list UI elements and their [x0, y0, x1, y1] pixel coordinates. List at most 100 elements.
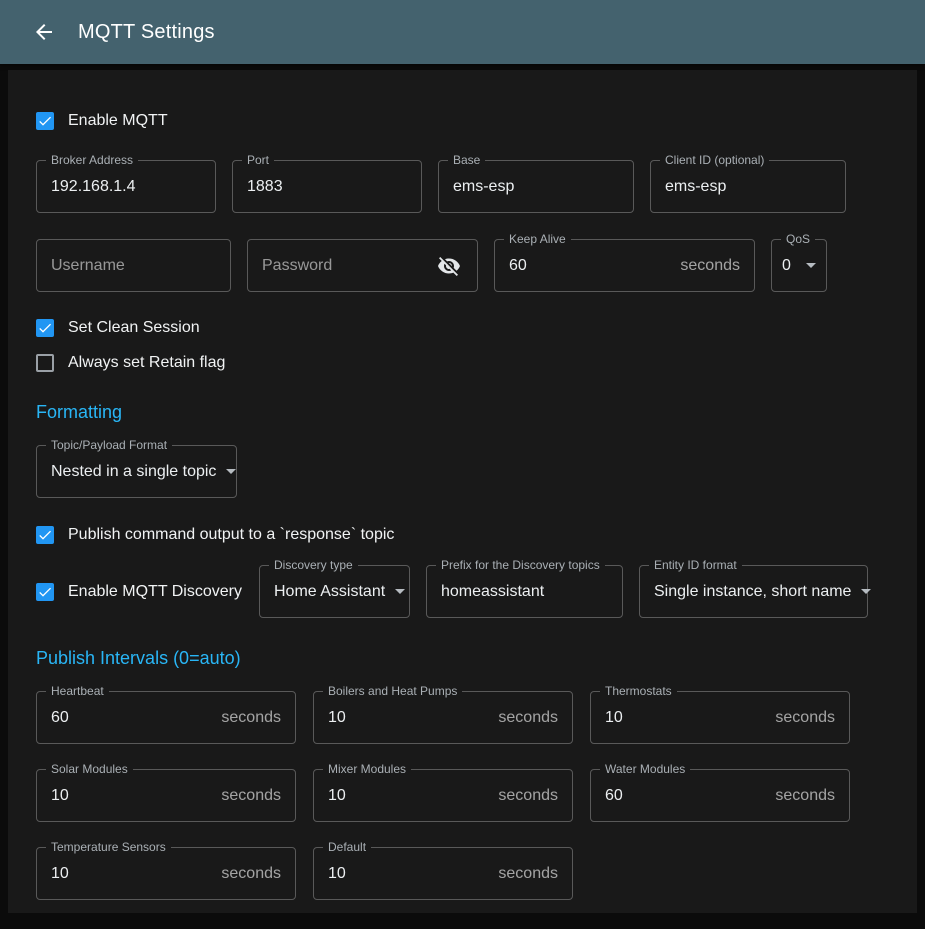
arrow-back-icon — [32, 20, 56, 44]
interval-input[interactable] — [51, 787, 213, 805]
checkbox-checked-icon[interactable] — [36, 319, 54, 337]
clean-session-checkbox[interactable]: Set Clean Session — [36, 319, 889, 337]
interval-field-default[interactable]: Default seconds — [313, 847, 573, 900]
settings-panel: Enable MQTT Broker Address Port Base Cli… — [8, 70, 917, 913]
qos-select[interactable]: QoS 0 — [771, 239, 827, 292]
broker-address-input[interactable] — [51, 178, 201, 196]
interval-label: Temperature Sensors — [46, 840, 171, 855]
interval-input[interactable] — [605, 709, 767, 727]
interval-input[interactable] — [51, 709, 213, 727]
username-input[interactable] — [51, 257, 216, 275]
publish-response-label: Publish command output to a `response` t… — [68, 526, 394, 544]
publish-intervals-heading: Publish Intervals (0=auto) — [36, 648, 889, 669]
qos-value: 0 — [782, 257, 796, 275]
dropdown-caret-icon — [395, 589, 405, 594]
discovery-type-label: Discovery type — [269, 558, 358, 573]
checkbox-checked-icon[interactable] — [36, 526, 54, 544]
clean-session-label: Set Clean Session — [68, 319, 200, 337]
interval-label: Thermostats — [600, 684, 677, 699]
interval-label: Default — [323, 840, 371, 855]
interval-suffix: seconds — [221, 709, 281, 727]
page-title: MQTT Settings — [78, 21, 215, 44]
qos-label: QoS — [781, 232, 815, 247]
interval-input[interactable] — [328, 865, 490, 883]
client-id-label: Client ID (optional) — [660, 153, 769, 168]
interval-label: Water Modules — [600, 762, 690, 777]
base-input[interactable] — [453, 178, 619, 196]
port-field[interactable]: Port — [232, 160, 422, 213]
discovery-type-select[interactable]: Discovery type Home Assistant — [259, 565, 410, 618]
enable-mqtt-checkbox[interactable]: Enable MQTT — [36, 112, 889, 130]
keep-alive-label: Keep Alive — [504, 232, 571, 247]
entity-id-format-label: Entity ID format — [649, 558, 742, 573]
checkbox-checked-icon[interactable] — [36, 112, 54, 130]
interval-suffix: seconds — [221, 787, 281, 805]
base-field[interactable]: Base — [438, 160, 634, 213]
interval-suffix: seconds — [498, 865, 558, 883]
client-id-input[interactable] — [665, 178, 831, 196]
visibility-off-icon — [437, 254, 461, 278]
interval-suffix: seconds — [498, 787, 558, 805]
retain-flag-checkbox[interactable]: Always set Retain flag — [36, 354, 889, 372]
password-input[interactable] — [262, 257, 429, 275]
password-field[interactable] — [247, 239, 478, 292]
dropdown-caret-icon — [806, 263, 816, 268]
broker-address-field[interactable]: Broker Address — [36, 160, 216, 213]
app-bar: MQTT Settings — [0, 0, 925, 64]
back-button[interactable] — [24, 12, 64, 52]
interval-suffix: seconds — [775, 787, 835, 805]
interval-input[interactable] — [328, 787, 490, 805]
discovery-prefix-input[interactable] — [441, 583, 608, 601]
client-id-field[interactable]: Client ID (optional) — [650, 160, 846, 213]
keep-alive-suffix: seconds — [680, 257, 740, 275]
discovery-row: Enable MQTT Discovery Discovery type Hom… — [36, 565, 889, 618]
port-label: Port — [242, 153, 274, 168]
keep-alive-input[interactable] — [509, 257, 672, 275]
auth-row: Keep Alive seconds QoS 0 — [36, 239, 889, 292]
interval-field-temperature-sensors[interactable]: Temperature Sensors seconds — [36, 847, 296, 900]
toggle-password-visibility-button[interactable] — [435, 252, 463, 280]
interval-input[interactable] — [328, 709, 490, 727]
interval-label: Boilers and Heat Pumps — [323, 684, 462, 699]
dropdown-caret-icon — [226, 469, 236, 474]
interval-field-water[interactable]: Water Modules seconds — [590, 769, 850, 822]
interval-field-thermostats[interactable]: Thermostats seconds — [590, 691, 850, 744]
entity-id-format-value: Single instance, short name — [654, 583, 851, 601]
discovery-prefix-field[interactable]: Prefix for the Discovery topics — [426, 565, 623, 618]
username-field[interactable] — [36, 239, 231, 292]
enable-mqtt-label: Enable MQTT — [68, 112, 168, 130]
interval-input[interactable] — [605, 787, 767, 805]
interval-input[interactable] — [51, 865, 213, 883]
enable-discovery-checkbox[interactable]: Enable MQTT Discovery — [36, 583, 243, 601]
base-label: Base — [448, 153, 485, 168]
interval-field-mixer[interactable]: Mixer Modules seconds — [313, 769, 573, 822]
formatting-heading: Formatting — [36, 402, 889, 423]
interval-label: Heartbeat — [46, 684, 109, 699]
discovery-prefix-label: Prefix for the Discovery topics — [436, 558, 605, 573]
topic-format-select[interactable]: Topic/Payload Format Nested in a single … — [36, 445, 237, 498]
interval-suffix: seconds — [775, 709, 835, 727]
interval-label: Mixer Modules — [323, 762, 411, 777]
discovery-type-value: Home Assistant — [274, 583, 385, 601]
interval-field-solar[interactable]: Solar Modules seconds — [36, 769, 296, 822]
publish-response-checkbox[interactable]: Publish command output to a `response` t… — [36, 526, 889, 544]
interval-label: Solar Modules — [46, 762, 133, 777]
dropdown-caret-icon — [861, 589, 871, 594]
checkbox-checked-icon[interactable] — [36, 583, 54, 601]
checkbox-unchecked-icon[interactable] — [36, 354, 54, 372]
topic-format-value: Nested in a single topic — [51, 463, 216, 481]
broker-row: Broker Address Port Base Client ID (opti… — [36, 160, 889, 213]
broker-address-label: Broker Address — [46, 153, 138, 168]
keep-alive-field[interactable]: Keep Alive seconds — [494, 239, 755, 292]
topic-format-label: Topic/Payload Format — [46, 438, 172, 453]
retain-flag-label: Always set Retain flag — [68, 354, 225, 372]
entity-id-format-select[interactable]: Entity ID format Single instance, short … — [639, 565, 868, 618]
interval-field-heartbeat[interactable]: Heartbeat seconds — [36, 691, 296, 744]
port-input[interactable] — [247, 178, 407, 196]
topic-format-row: Topic/Payload Format Nested in a single … — [36, 445, 889, 498]
enable-discovery-label: Enable MQTT Discovery — [68, 583, 242, 601]
interval-suffix: seconds — [498, 709, 558, 727]
intervals-grid: Heartbeat seconds Boilers and Heat Pumps… — [36, 691, 889, 900]
interval-suffix: seconds — [221, 865, 281, 883]
interval-field-boilers[interactable]: Boilers and Heat Pumps seconds — [313, 691, 573, 744]
